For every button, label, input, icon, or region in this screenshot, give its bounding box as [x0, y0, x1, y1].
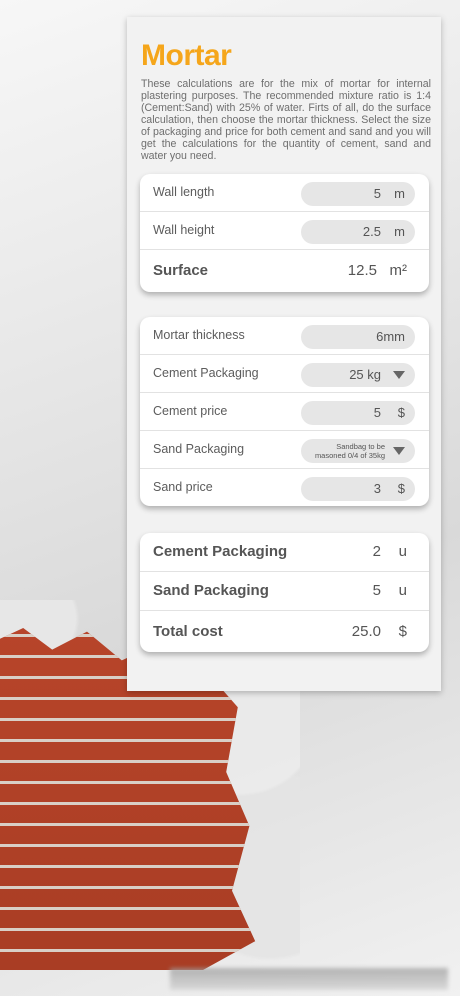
result-sand-row: Sand Packaging 5 u — [140, 572, 429, 611]
result-cement-row: Cement Packaging 2 u — [140, 533, 429, 572]
wall-height-label: Wall height — [153, 223, 215, 237]
result-cement-value: 2 — [372, 543, 381, 560]
total-cost-row: Total cost 25.0 $ — [140, 611, 429, 652]
cement-price-input[interactable]: 5 $ — [301, 401, 415, 425]
results-card: Cement Packaging 2 u Sand Packaging 5 u … — [140, 533, 429, 652]
sand-price-label: Sand price — [153, 480, 213, 494]
wall-length-row: Wall length 5 m — [140, 174, 429, 212]
wall-height-unit: m — [394, 224, 405, 239]
sand-price-value: 3 — [373, 481, 381, 496]
cement-packaging-select[interactable]: 25 kg — [301, 363, 415, 387]
result-sand-unit: u — [398, 582, 407, 599]
sand-price-unit: $ — [397, 481, 405, 496]
total-cost-label: Total cost — [153, 623, 223, 640]
total-cost-unit: $ — [398, 623, 407, 640]
sand-price-row: Sand price 3 $ — [140, 469, 429, 506]
total-cost-value: 25.0 — [351, 623, 381, 640]
wall-height-input[interactable]: 2.5 m — [301, 220, 415, 244]
cement-packaging-row: Cement Packaging 25 kg — [140, 355, 429, 393]
input-card: Mortar thickness 6mm Cement Packaging 25… — [140, 317, 429, 506]
chevron-down-icon — [393, 371, 405, 379]
cement-price-unit: $ — [397, 405, 405, 420]
cement-price-value: 5 — [373, 405, 381, 420]
mortar-thickness-label: Mortar thickness — [153, 328, 245, 342]
sand-price-input[interactable]: 3 $ — [301, 477, 415, 501]
description-text: These calculations are for the mix of mo… — [141, 78, 431, 162]
cement-packaging-value: 25 kg — [349, 367, 381, 382]
sand-packaging-select[interactable]: Sandbag to be masoned 0/4 of 35kg — [301, 439, 415, 463]
mortar-thickness-value: 6mm — [376, 329, 405, 344]
wall-length-unit: m — [394, 186, 405, 201]
result-cement-label: Cement Packaging — [153, 543, 288, 560]
surface-card: Wall length 5 m Wall height 2.5 m Surfac… — [140, 174, 429, 292]
sand-packaging-label: Sand Packaging — [153, 442, 245, 456]
mortar-thickness-input[interactable]: 6mm — [301, 325, 415, 349]
sand-packaging-value: Sandbag to be masoned 0/4 of 35kg — [314, 442, 385, 460]
calculator-panel: Mortar These calculations are for the mi… — [127, 17, 441, 691]
surface-unit: m² — [389, 262, 408, 279]
wall-length-label: Wall length — [153, 185, 215, 199]
result-sand-value: 5 — [372, 582, 381, 599]
surface-row: Surface 12.5 m² — [140, 250, 429, 292]
sand-packaging-row: Sand Packaging Sandbag to be masoned 0/4… — [140, 431, 429, 469]
page-title: Mortar — [141, 39, 232, 72]
mortar-thickness-row: Mortar thickness 6mm — [140, 317, 429, 355]
panel-floor-shadow — [170, 968, 448, 990]
wall-height-row: Wall height 2.5 m — [140, 212, 429, 250]
wall-length-value: 5 — [373, 186, 381, 201]
cement-packaging-label: Cement Packaging — [153, 366, 259, 380]
result-cement-unit: u — [398, 543, 407, 560]
surface-value: 12.5 — [347, 262, 377, 279]
cement-price-label: Cement price — [153, 404, 228, 418]
chevron-down-icon — [393, 447, 405, 455]
result-sand-label: Sand Packaging — [153, 582, 269, 599]
surface-label: Surface — [153, 262, 209, 279]
wall-height-value: 2.5 — [362, 224, 381, 239]
cement-price-row: Cement price 5 $ — [140, 393, 429, 431]
wall-length-input[interactable]: 5 m — [301, 182, 415, 206]
